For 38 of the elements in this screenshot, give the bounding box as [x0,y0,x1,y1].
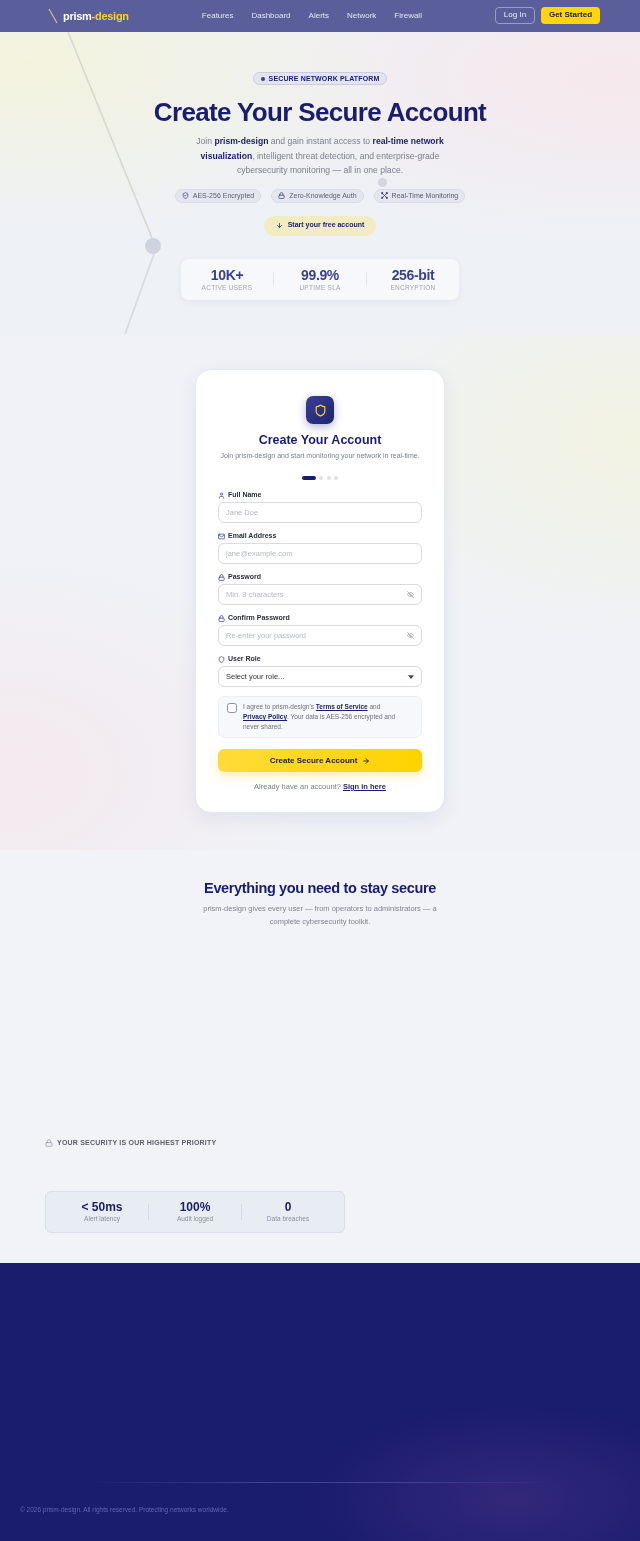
lock-icon [45,1139,53,1148]
hero-title: Create Your Secure Account [153,96,487,128]
lock-icon [218,573,225,581]
nav-link[interactable]: Firewall [394,10,422,22]
stat-value: < 50ms [81,1200,123,1214]
nav-link[interactable]: Network [347,10,377,22]
nav-link[interactable]: Alerts [308,10,329,22]
user-icon [218,491,225,499]
features-title: Everything you need to stay secure [204,879,436,897]
get-started-button[interactable]: Get Started [541,6,600,24]
stat-value: 99.9% [301,266,339,283]
mail-icon [218,532,225,540]
shield-check-icon [181,192,189,199]
eye-off-icon[interactable] [407,632,414,639]
nav-link[interactable]: Dashboard [251,10,291,22]
hero-subtitle: Join prism-design and gain instant access to real-time network visualization, intelligent threat detection, and enterprise-grade cybersecurity monitoring — all in one place. [195,135,445,177]
network-node-icon [378,178,387,187]
nav-link[interactable]: Features [201,10,234,22]
lock-icon [278,192,286,199]
lock-icon [218,614,225,622]
shield-icon [218,655,225,663]
shield-logo-icon [306,396,334,424]
stat-value: 256-bit [391,266,435,283]
status-dot-icon [260,76,265,81]
arrow-right-icon [362,756,371,765]
network-nodes-icon [380,192,388,199]
logo-link[interactable]: prism-design [48,7,129,25]
stat-value: 10K+ [210,266,244,283]
eye-off-icon[interactable] [407,591,414,598]
create-account-button[interactable]: Create Secure Account [218,749,422,772]
login-button[interactable]: Log In [495,6,535,24]
form-title: Create Your Account [258,432,382,448]
stat-value: 0 [284,1200,292,1214]
logo-slash-icon [48,8,58,24]
arrow-down-icon [275,222,283,229]
caret-icon [408,674,414,679]
consent-checkbox[interactable] [227,703,237,713]
stat-value: 100% [179,1200,211,1214]
